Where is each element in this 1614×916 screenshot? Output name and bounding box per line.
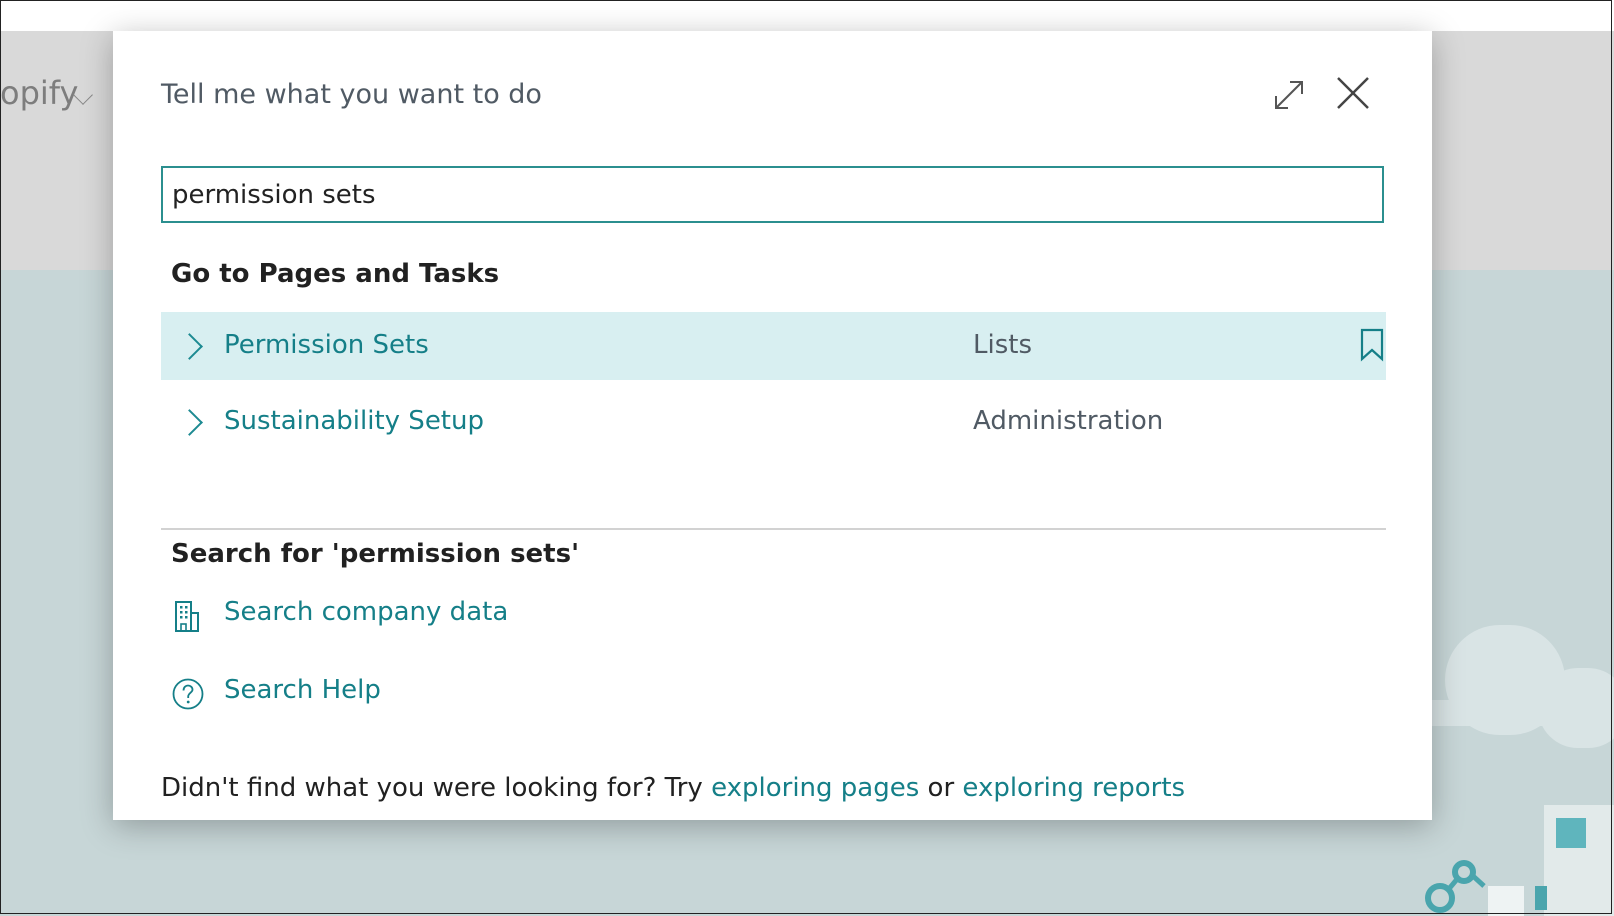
cloud-illustration-part [1538,668,1614,748]
help-circle-icon [172,678,204,710]
chevron-right-icon [176,409,203,436]
decorative-square [1488,886,1524,916]
search-input[interactable] [172,179,1362,211]
action-label[interactable]: Search Help [224,675,381,705]
decorative-square [1556,818,1586,848]
bookmark-icon[interactable] [1359,328,1385,362]
section-heading-pages: Go to Pages and Tasks [171,259,500,289]
nav-menu-label[interactable]: opify [0,74,78,112]
footer-middle: or [919,773,963,803]
result-category: Lists [973,330,1032,360]
result-label[interactable]: Sustainability Setup [224,406,484,436]
result-category: Administration [973,406,1164,436]
exploring-pages-link[interactable]: exploring pages [711,773,919,803]
section-heading-search: Search for 'permission sets' [171,539,580,569]
exploring-reports-link[interactable]: exploring reports [962,773,1185,803]
result-row-sustainability-setup[interactable]: Sustainability Setup Administration [161,388,1386,456]
expand-icon[interactable] [1271,77,1307,113]
footer-prefix: Didn't find what you were looking for? T… [161,773,712,803]
gear-illustration-icon [1425,860,1486,913]
section-divider [161,528,1386,530]
result-row-permission-sets[interactable]: Permission Sets Lists [161,312,1386,380]
tell-me-dialog: Tell me what you want to do Go to Pages … [113,31,1432,820]
decorative-bar [1535,886,1547,910]
top-strip [0,0,1614,31]
dialog-title: Tell me what you want to do [161,79,542,110]
chevron-right-icon [176,333,203,360]
building-icon [175,601,199,632]
footer-text: Didn't find what you were looking for? T… [161,773,1185,803]
action-label[interactable]: Search company data [224,597,508,627]
result-label[interactable]: Permission Sets [224,330,429,360]
close-icon[interactable] [1335,75,1371,111]
search-field[interactable] [161,166,1384,223]
